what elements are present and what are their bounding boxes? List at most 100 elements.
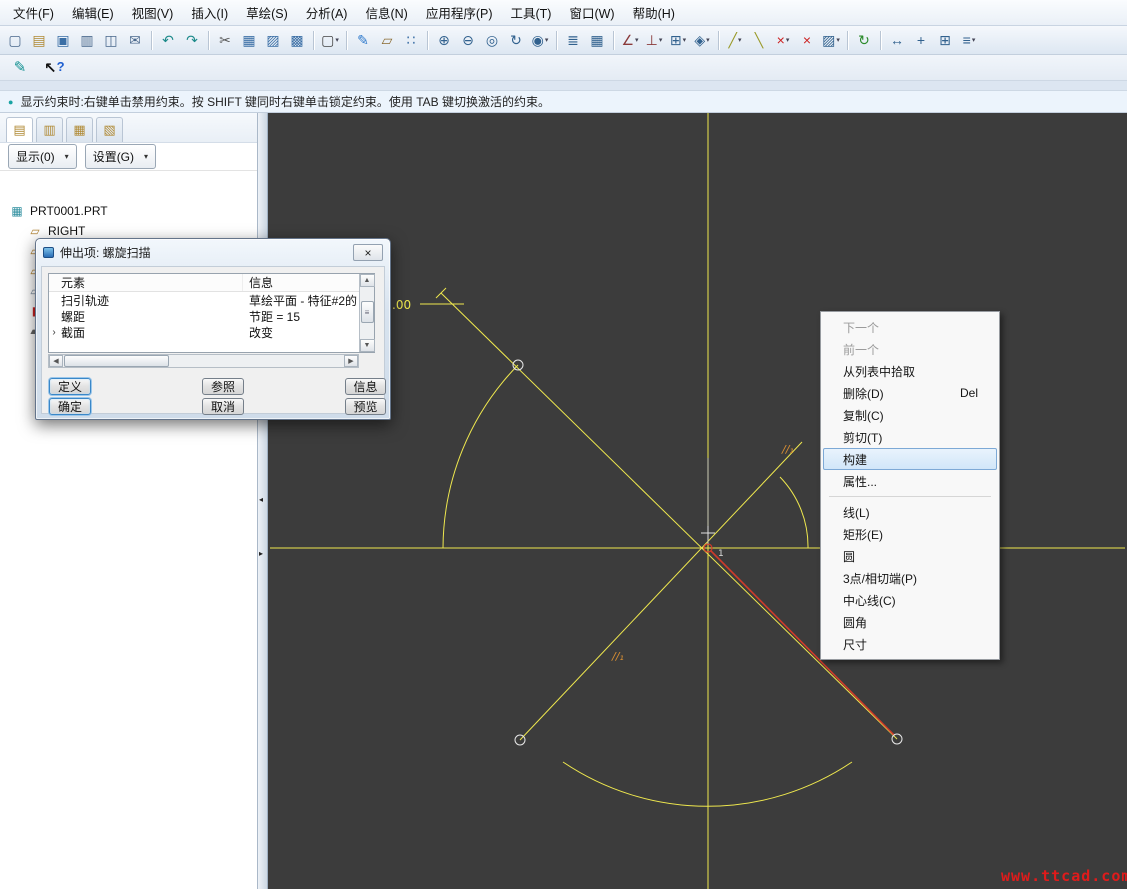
dimension-display-button[interactable]: ∠▾ [618,29,642,52]
folder-browser-tab[interactable]: ▥ [36,117,63,142]
print-button[interactable]: ▥ [75,29,99,52]
menu-tools[interactable]: 工具(T) [502,0,561,27]
settings-dropdown[interactable]: 设置(G) ▾ [85,144,156,169]
cancel-button[interactable]: 取消 [202,398,244,415]
dialog-element-row[interactable]: 扫引轨迹草绘平面 - 特征#2的 [49,292,359,308]
chevron-down-icon[interactable]: ▾ [683,36,687,44]
chevron-down-icon[interactable]: ▾ [836,36,840,44]
menu-insert[interactable]: 插入(I) [182,0,237,27]
constraint-display-button[interactable]: ⊥▾ [642,29,666,52]
zoom-window-button[interactable]: + [909,29,933,52]
menu-file[interactable]: 文件(F) [4,0,63,27]
dialog-element-row[interactable]: ›截面改变 [49,324,359,340]
scroll-left-icon[interactable]: ◀ [49,355,63,367]
collapse-left-icon[interactable]: ◂ [259,495,263,504]
chevron-down-icon[interactable]: ▾ [706,36,710,44]
chevron-down-icon[interactable]: ▾ [972,36,976,44]
menu-edit[interactable]: 编辑(E) [63,0,123,27]
delete-segment-button[interactable]: ×▾ [771,29,795,52]
context-menu-item[interactable]: 属性... [823,470,997,492]
line-tool-button[interactable]: ╱▾ [723,29,747,52]
save-file-button[interactable]: ▣ [51,29,75,52]
grid-snap-button[interactable]: ⊞ [933,29,957,52]
vertex-display-button[interactable]: ◈▾ [690,29,714,52]
undo-button[interactable]: ↶ [156,29,180,52]
context-menu-item[interactable]: 剪切(T) [823,426,997,448]
trim-button[interactable]: × [795,29,819,52]
print-preview-button[interactable]: ◫ [99,29,123,52]
section-tool-button[interactable]: ▨▾ [819,29,843,52]
copy-button[interactable]: ▦ [237,29,261,52]
chevron-down-icon[interactable]: ▾ [738,36,742,44]
scroll-up-icon[interactable]: ▲ [360,274,375,287]
parallel-constraint-2[interactable]: //₁ [611,650,624,663]
context-menu-item[interactable]: 圆角 [823,611,997,633]
layers-button[interactable]: ≣ [561,29,585,52]
preview-button[interactable]: 预览 [345,398,386,415]
context-menu-item[interactable]: 删除(D)Del [823,382,997,404]
fit-view-button[interactable]: ↔ [885,29,909,52]
context-menu-item[interactable]: 复制(C) [823,404,997,426]
favorites-tab[interactable]: ▦ [66,117,93,142]
angle-dimension-arc[interactable] [780,477,808,548]
scroll-down-icon[interactable]: ▼ [360,339,375,352]
menu-window[interactable]: 窗口(W) [560,0,623,27]
new-file-button[interactable]: ▢ [3,29,27,52]
context-menu-item[interactable]: 构建 [823,448,997,470]
saved-views-button[interactable]: ◉▾ [528,29,552,52]
chevron-down-icon[interactable]: ▾ [659,36,663,44]
context-menu-item[interactable]: 3点/相切端(P) [823,567,997,589]
panel-splitter[interactable]: ◂ ▸ [258,113,268,889]
menu-sketch[interactable]: 草绘(S) [237,0,297,27]
parallel-constraint-1[interactable]: //₁ [781,443,794,456]
open-file-button[interactable]: ▤ [27,29,51,52]
chevron-down-icon[interactable]: ▾ [635,36,639,44]
zoom-out-button[interactable]: ⊖ [456,29,480,52]
context-menu-item[interactable]: 中心线(C) [823,589,997,611]
scroll-right-icon[interactable]: ▶ [344,355,358,367]
zoom-fit-button[interactable]: ◎ [480,29,504,52]
point-display-button[interactable]: ∷ [399,29,423,52]
select-box-button[interactable]: ▢▾ [318,29,342,52]
email-button[interactable]: ✉ [123,29,147,52]
menu-info[interactable]: 信息(N) [356,0,416,27]
zoom-in-button[interactable]: ⊕ [432,29,456,52]
menu-help[interactable]: 帮助(H) [624,0,684,27]
references-button[interactable]: 参照 [202,378,244,395]
diagonal-line-2[interactable] [520,442,802,740]
chevron-down-icon[interactable]: ▾ [786,36,790,44]
pitch-dimension-text[interactable]: .00 [392,298,411,312]
dialog-titlebar[interactable]: 伸出项: 螺旋扫描 × [38,241,388,264]
tree-item-prt0001-prt[interactable]: ▦PRT0001.PRT [0,201,257,221]
chevron-down-icon[interactable]: ▾ [545,36,549,44]
snap-options-button[interactable]: ≡▾ [957,29,981,52]
cut-button[interactable]: ✂ [213,29,237,52]
menu-view[interactable]: 视图(V) [123,0,183,27]
scrollbar-thumb[interactable] [64,355,169,367]
context-menu-item[interactable]: 从列表中拾取 [823,360,997,382]
regenerate-button[interactable]: ↻ [852,29,876,52]
define-button[interactable]: 定义 [49,378,91,395]
expand-right-icon[interactable]: ▸ [259,549,263,558]
ok-button[interactable]: 确定 [49,398,91,415]
table-horizontal-scrollbar[interactable]: ◀ ▶ [48,354,359,368]
model-tree-tab[interactable]: ▤ [6,117,33,142]
datum-display-button[interactable]: ▱ [375,29,399,52]
dialog-element-row[interactable]: 螺距节距 = 15 [49,308,359,324]
chevron-down-icon[interactable]: ▾ [335,36,339,44]
sketcher-palette-button[interactable]: ✎ [8,56,32,79]
context-menu-item[interactable]: 尺寸 [823,633,997,655]
context-menu-item[interactable]: 线(L) [823,501,997,523]
context-menu-item[interactable]: 圆 [823,545,997,567]
paste-special-button[interactable]: ▩ [285,29,309,52]
info-button[interactable]: 信息 [345,378,386,395]
centerline-tool-button[interactable]: ╲ [747,29,771,52]
scrollbar-thumb[interactable]: ≡ [361,301,374,323]
menu-applications[interactable]: 应用程序(P) [417,0,502,27]
arc-left[interactable] [443,365,518,548]
menu-analysis[interactable]: 分析(A) [297,0,357,27]
repaint-button[interactable]: ↻ [504,29,528,52]
context-menu-item[interactable]: 矩形(E) [823,523,997,545]
table-vertical-scrollbar[interactable]: ▲ ≡ ▼ [359,274,374,352]
show-dropdown[interactable]: 显示(0) ▾ [8,144,77,169]
